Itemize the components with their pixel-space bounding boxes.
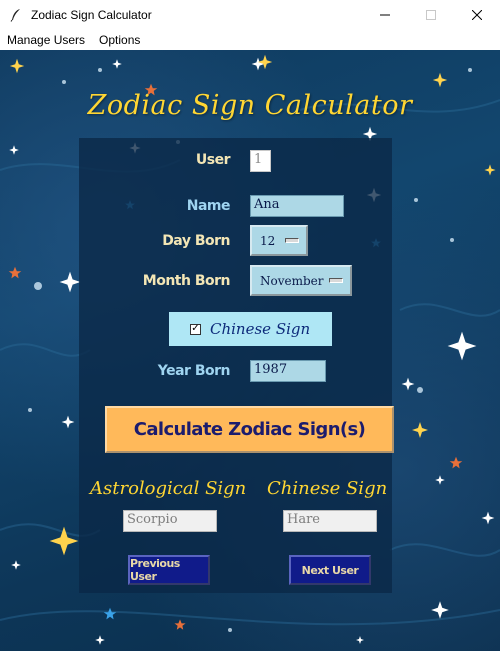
menu-manage-users[interactable]: Manage Users [0, 33, 92, 47]
window-controls [362, 0, 500, 30]
minimize-button[interactable] [362, 0, 408, 30]
app-heading: Zodiac Sign Calculator [87, 90, 413, 121]
day-born-dropdown[interactable]: 12 [250, 225, 308, 256]
maximize-icon [426, 10, 436, 20]
close-icon [472, 10, 482, 20]
previous-user-button[interactable]: Previous User [128, 555, 210, 585]
title-bar: Zodiac Sign Calculator [0, 0, 500, 30]
month-born-value: November [260, 273, 324, 288]
chinese-sign-result: Hare [283, 510, 377, 532]
day-born-label: Day Born [162, 233, 230, 249]
day-born-value: 12 [260, 233, 276, 248]
chinese-sign-checkbox[interactable]: ✓ [190, 323, 201, 335]
user-label: User [195, 152, 231, 168]
astrological-sign-heading: Astrological Sign [90, 478, 247, 499]
app-window: Zodiac Sign Calculator Manage Users Opti… [0, 0, 500, 651]
astrological-sign-result: Scorpio [123, 510, 217, 532]
month-born-label: Month Born [142, 273, 231, 289]
chinese-sign-heading: Chinese Sign [267, 478, 388, 499]
month-born-dropdown[interactable]: November [250, 265, 352, 296]
chinese-sign-checkbox-label: Chinese Sign [210, 320, 311, 338]
year-born-label: Year Born [157, 363, 231, 379]
dropdown-indicator-icon [329, 277, 343, 283]
calculate-button[interactable]: Calculate Zodiac Sign(s) [105, 406, 394, 453]
starry-background: Zodiac Sign Calculator User 1 Name Ana D… [0, 50, 500, 651]
feather-icon [9, 8, 23, 22]
close-button[interactable] [454, 0, 500, 30]
menu-options[interactable]: Options [92, 33, 147, 47]
menu-bar: Manage Users Options [0, 30, 500, 50]
name-label: Name [186, 198, 231, 214]
window-title: Zodiac Sign Calculator [31, 8, 152, 22]
chinese-sign-toggle[interactable]: ✓ Chinese Sign [169, 312, 332, 346]
user-number-field[interactable]: 1 [250, 150, 271, 172]
next-user-button[interactable]: Next User [289, 555, 371, 585]
name-field[interactable]: Ana [250, 195, 344, 217]
minimize-icon [380, 14, 390, 16]
maximize-button[interactable] [408, 0, 454, 30]
dropdown-indicator-icon [285, 237, 299, 243]
year-born-field[interactable]: 1987 [250, 360, 326, 382]
